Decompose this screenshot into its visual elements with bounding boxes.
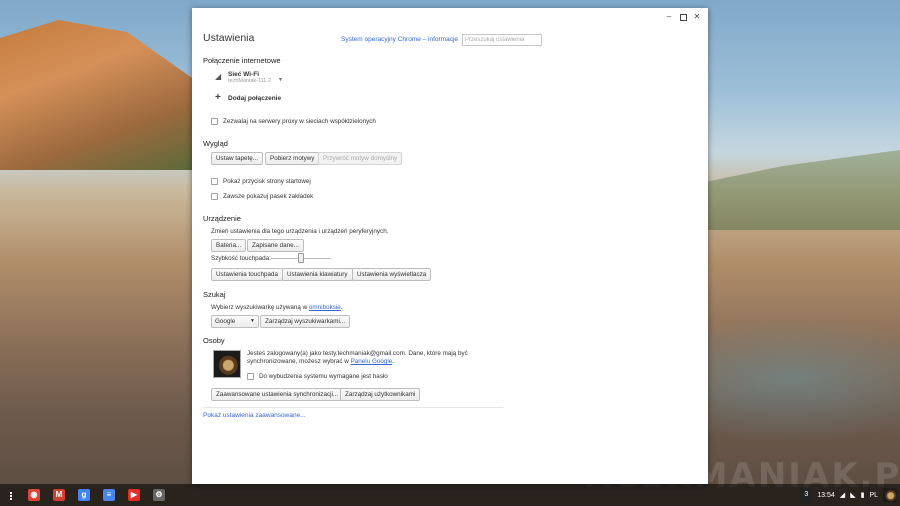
set-wallpaper-button[interactable]: Ustaw tapetę... [211,152,263,165]
network-status-icon: ◢ [839,492,846,499]
omnibox-link[interactable]: omniboksie [309,304,341,311]
touchpad-speed-slider-knob[interactable] [298,253,304,263]
search-description: Wybierz wyszukiwarkę używaną w omniboksi… [211,304,343,311]
wallpaper-headland [705,150,900,230]
section-divider [203,407,503,408]
proxy-label: Zezwalaj na serwery proxy w sieciach wsp… [223,118,376,125]
about-chrome-os-link[interactable]: System operacyjny Chrome – informacje [341,36,458,43]
section-title-device: Urządzenie [203,214,241,223]
google-docs-icon[interactable]: ≡ [103,489,115,501]
maximize-button[interactable] [678,12,688,22]
close-button[interactable]: ✕ [692,12,702,22]
network-dropdown-icon[interactable]: ▼ [278,77,283,83]
select-caret-icon: ▼ [250,318,255,324]
home-button-checkbox[interactable] [211,178,218,185]
require-password-checkbox[interactable] [247,373,254,380]
settings-window: – ✕ Ustawienia System operacyjny Chrome … [192,8,708,484]
require-password-label: Do wybudzenia systemu wymagane jest hasł… [259,373,388,380]
app-launcher-button[interactable] [5,489,17,501]
signed-in-line2-prefix: synchronizowane, możesz wybrać w [247,358,351,365]
battery-status-icon: ▮ [860,492,865,499]
reset-theme-button[interactable]: Przywróć motyw domyślny [318,152,403,165]
network-name[interactable]: Sieć Wi-Fi [228,71,259,78]
google-search-icon[interactable]: g [78,489,90,501]
touchpad-settings-button[interactable]: Ustawienia touchpada [211,268,283,281]
add-connection-icon: + [215,92,221,103]
manage-users-button[interactable]: Zarządzaj użytkownikami [340,388,421,401]
chrome-icon[interactable]: ◉ [28,489,40,501]
search-engine-select[interactable]: Google ▼ [211,315,259,328]
search-engine-selected: Google [215,318,236,325]
section-title-people: Osoby [203,336,225,345]
google-dashboard-link[interactable]: Panelu Google [351,358,393,365]
search-settings-input[interactable] [462,34,542,46]
saved-data-button[interactable]: Zapisane dane... [247,239,304,252]
section-title-appearance: Wygląd [203,139,228,148]
signed-in-text-line2: synchronizowane, możesz wybrać w Panelu … [247,358,394,365]
add-connection-button[interactable]: Dodaj połączenie [228,95,281,102]
search-description-prefix: Wybierz wyszukiwarkę używaną w [211,304,309,311]
page-title: Ustawienia [203,32,255,44]
battery-button[interactable]: Bateria... [211,239,247,252]
section-title-internet: Połączenie internetowe [203,56,281,65]
signed-in-text-line1: Jesteś zalogowany(a) jako testy.techmani… [247,350,468,357]
settings-icon[interactable]: ⚙ [153,489,165,501]
maximize-icon [679,14,687,21]
user-avatar[interactable] [213,350,241,378]
keyboard-settings-button[interactable]: Ustawienia klawiatury [282,268,353,281]
minimize-button[interactable]: – [664,12,674,22]
notification-count-badge[interactable]: 3 [800,488,813,502]
signed-in-line2-suffix: . [392,358,395,365]
wallpaper-cliff [0,20,195,170]
wifi-icon: ◢ [215,72,222,81]
device-description: Zmień ustawienia dla tego urządzenia i u… [211,228,389,235]
launcher-grid-icon [10,495,12,497]
display-settings-button[interactable]: Ustawienia wyświetlacza [352,268,432,281]
show-advanced-settings-link[interactable]: Pokaż ustawienia zaawansowane... [203,412,306,419]
search-description-suffix: . [340,304,343,311]
bookmarks-bar-label: Zawsze pokazuj pasek zakładek [223,193,314,200]
network-ssid: techManiak-111.2 [228,78,271,84]
wifi-status-icon: ◣ [850,492,856,499]
youtube-icon[interactable]: ▶ [128,489,140,501]
section-title-search: Szukaj [203,290,226,299]
home-button-label: Pokaż przycisk strony startowej [223,178,311,185]
manage-search-engines-button[interactable]: Zarządzaj wyszukiwarkami... [260,315,351,328]
clock: 13:54 [817,491,835,499]
advanced-sync-button[interactable]: Zaawansowane ustawienia synchronizacji..… [211,388,344,401]
touchpad-speed-label: Szybkość touchpada: [211,255,271,262]
status-area[interactable]: 3 13:54 ◢ ◣ ▮ PL [800,487,900,503]
shelf: ◉ Mg ≡ ▶ ⚙ 3 13:54 ◢ ◣ ▮ PL [0,484,900,506]
proxy-checkbox[interactable] [211,118,218,125]
bookmarks-bar-checkbox[interactable] [211,193,218,200]
status-user-avatar [883,488,897,502]
gmail-icon[interactable]: M [53,489,65,501]
window-controls: – ✕ [664,12,702,22]
language-indicator: PL [869,491,878,499]
get-themes-button[interactable]: Pobierz motywy [265,152,320,165]
